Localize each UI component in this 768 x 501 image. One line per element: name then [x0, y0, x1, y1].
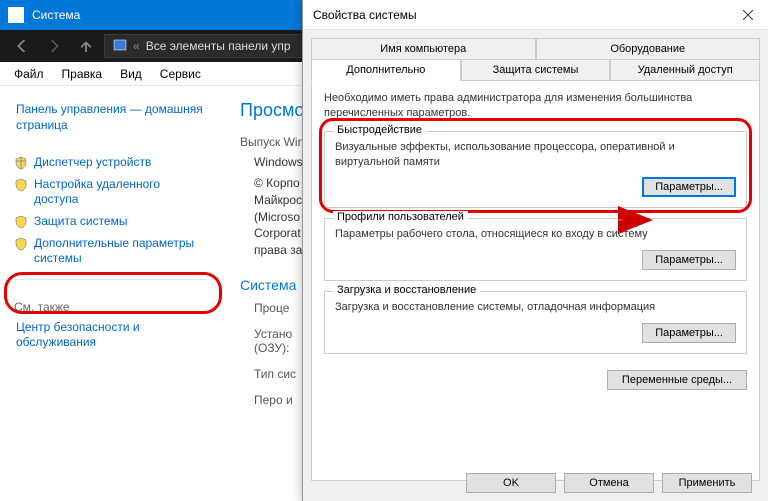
shield-icon — [14, 215, 28, 229]
tab-system-protection[interactable]: Защита системы — [461, 60, 611, 81]
tab-advanced[interactable]: Дополнительно — [311, 60, 461, 81]
tab-hardware[interactable]: Оборудование — [536, 38, 761, 60]
sidebar: Панель управления — домашняя страница Ди… — [0, 86, 220, 501]
menu-tools[interactable]: Сервис — [152, 65, 209, 83]
dialog-close-button[interactable] — [728, 0, 768, 30]
shield-icon — [14, 156, 28, 170]
menu-edit[interactable]: Правка — [54, 65, 111, 83]
menu-view[interactable]: Вид — [112, 65, 150, 83]
breadcrumb: Все элементы панели упр — [146, 39, 291, 53]
admin-note: Необходимо иметь права администратора дл… — [324, 91, 747, 121]
security-center-link[interactable]: Центр безопасности и обслуживания — [14, 320, 206, 351]
shield-icon — [14, 237, 28, 251]
see-also-header: См. также — [14, 300, 206, 314]
dialog-title: Свойства системы — [313, 8, 417, 22]
dialog-titlebar: Свойства системы — [303, 0, 768, 30]
window-title: Система — [32, 8, 80, 22]
performance-group: Быстродействие Визуальные эффекты, испол… — [324, 131, 747, 209]
app-icon — [8, 7, 24, 23]
recovery-legend: Загрузка и восстановление — [333, 284, 480, 296]
profiles-group: Профили пользователей Параметры рабочего… — [324, 218, 747, 281]
sidebar-item-label: Дополнительные параметры системы — [34, 236, 206, 267]
profiles-legend: Профили пользователей — [333, 211, 468, 223]
recovery-group: Загрузка и восстановление Загрузка и вос… — [324, 291, 747, 354]
performance-legend: Быстродействие — [333, 124, 426, 136]
sidebar-device-manager[interactable]: Диспетчер устройств — [14, 155, 206, 171]
apply-button[interactable]: Применить — [662, 473, 752, 493]
forward-button[interactable] — [40, 34, 68, 58]
system-properties-dialog: Свойства системы Имя компьютера Оборудов… — [302, 0, 768, 501]
control-panel-home-link[interactable]: Панель управления — домашняя страница — [14, 102, 206, 133]
sidebar-item-label: Диспетчер устройств — [34, 155, 151, 171]
tab-body-advanced: Необходимо иметь права администратора дл… — [311, 81, 760, 481]
ok-button[interactable]: OK — [466, 473, 556, 493]
profiles-settings-button[interactable]: Параметры... — [642, 250, 736, 270]
sidebar-item-label: Настройка удаленного доступа — [34, 177, 206, 208]
sidebar-item-label: Защита системы — [34, 214, 127, 230]
tab-computer-name[interactable]: Имя компьютера — [311, 38, 536, 60]
performance-settings-button[interactable]: Параметры... — [642, 177, 736, 197]
sidebar-advanced-settings[interactable]: Дополнительные параметры системы — [14, 236, 206, 267]
shield-icon — [14, 178, 28, 192]
sidebar-system-protection[interactable]: Защита системы — [14, 214, 206, 230]
performance-desc: Визуальные эффекты, использование процес… — [335, 140, 736, 170]
tab-remote[interactable]: Удаленный доступ — [610, 60, 760, 81]
up-button[interactable] — [72, 34, 100, 58]
recovery-desc: Загрузка и восстановление системы, отлад… — [335, 300, 736, 315]
back-button[interactable] — [8, 34, 36, 58]
menu-file[interactable]: Файл — [6, 65, 52, 83]
sidebar-remote-settings[interactable]: Настройка удаленного доступа — [14, 177, 206, 208]
recovery-settings-button[interactable]: Параметры... — [642, 323, 736, 343]
profiles-desc: Параметры рабочего стола, относящиеся ко… — [335, 227, 736, 242]
cancel-button[interactable]: Отмена — [564, 473, 654, 493]
dialog-button-row: OK Отмена Применить — [466, 473, 752, 493]
environment-variables-button[interactable]: Переменные среды... — [607, 370, 747, 390]
control-panel-icon — [113, 39, 127, 53]
